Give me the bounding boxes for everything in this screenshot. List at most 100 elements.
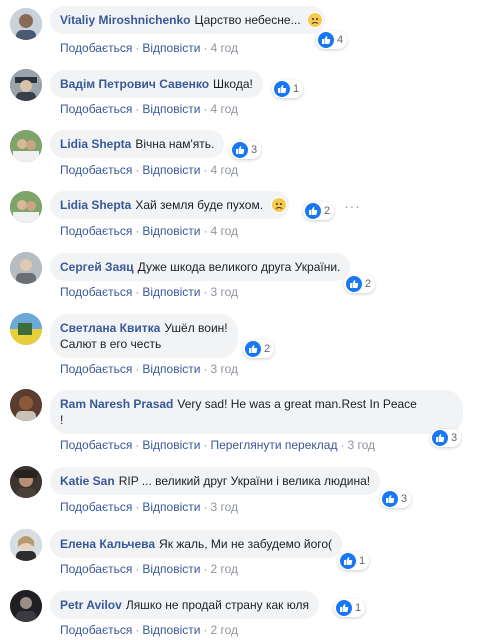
like-link[interactable]: Подобається xyxy=(60,362,132,376)
reply-link[interactable]: Відповісти xyxy=(142,163,200,177)
like-link[interactable]: Подобається xyxy=(60,500,132,514)
comment-author[interactable]: Katie San xyxy=(60,474,115,488)
comment-author[interactable]: Светлана Квитка xyxy=(60,321,160,335)
reply-link[interactable]: Відповісти xyxy=(142,362,200,376)
comment-bubble: Lidia Shepta Хай земля буде пухом. xyxy=(50,191,290,219)
like-icon xyxy=(318,32,334,48)
reply-link[interactable]: Відповісти xyxy=(142,562,200,576)
comment-text-line2: Салют в его честь xyxy=(60,337,162,351)
comment-text: Ляшко не продай страну как юля xyxy=(125,598,309,612)
avatar[interactable] xyxy=(10,130,42,162)
comment-author[interactable]: Lidia Shepta xyxy=(60,198,131,212)
like-link[interactable]: Подобається xyxy=(60,562,132,576)
comment-actions: Подобається · Відповісти · 3 год xyxy=(60,285,238,299)
comment-bubble: Елена Кальчева Як жаль, Ми не забудемо йо… xyxy=(50,530,343,558)
reply-link[interactable]: Відповісти xyxy=(142,41,200,55)
comment-bubble: Katie San RIP ... великий друг України і … xyxy=(50,467,381,495)
reaction-number: 3 xyxy=(401,493,408,505)
avatar[interactable] xyxy=(10,529,42,561)
comment-text-line2: ! xyxy=(60,413,64,427)
like-link[interactable]: Подобається xyxy=(60,41,132,55)
translate-link[interactable]: Переглянути переклад xyxy=(210,438,337,452)
comment-bubble: Petr Avilov Ляшко не продай страну как юл… xyxy=(50,591,319,619)
comment-time[interactable]: 2 год xyxy=(210,562,238,576)
comment-actions: Подобається · Відповісти · 4 год xyxy=(60,41,238,55)
comment-bubble: Lidia Shepta Вічна нам'ять. xyxy=(50,130,225,158)
reaction-count[interactable]: 1 xyxy=(334,599,366,617)
comment-actions: Подобається · Відповісти · 2 год xyxy=(60,623,238,637)
like-icon xyxy=(340,553,356,569)
comment-text: Як жаль, Ми не забудемо його( xyxy=(159,537,333,551)
more-options-icon[interactable]: ··· xyxy=(344,198,361,214)
reply-link[interactable]: Відповісти xyxy=(142,438,200,452)
comment-actions: Подобається · Відповісти · 3 год xyxy=(60,500,238,514)
comment-text: RIP ... великий друг України і велика лю… xyxy=(118,474,371,488)
avatar[interactable] xyxy=(10,8,42,40)
comment-author[interactable]: Lidia Shepta xyxy=(60,137,131,151)
comment-bubble: Светлана Квитка Ушёл воин! Салют в его че… xyxy=(50,314,238,358)
avatar[interactable] xyxy=(10,191,42,223)
comment-author[interactable]: Вадім Петрович Савенко xyxy=(60,77,209,91)
like-icon xyxy=(432,430,448,446)
comment-actions: Подобається · Відповісти · 4 год xyxy=(60,102,238,116)
comment-time[interactable]: 4 год xyxy=(210,163,238,177)
comment-author[interactable]: Vitaliy Miroshnichenko xyxy=(60,13,190,27)
avatar[interactable] xyxy=(10,389,42,421)
comments-list: Vitaliy Miroshnichenko Царство небесне...… xyxy=(0,0,497,640)
comment-text: Царство небесне... xyxy=(194,13,301,27)
reaction-count[interactable]: 3 xyxy=(230,141,262,159)
comment-time[interactable]: 3 год xyxy=(210,362,238,376)
comment-time[interactable]: 3 год xyxy=(347,438,375,452)
comment-text: Дуже шкода великого друга України. xyxy=(137,260,341,274)
like-link[interactable]: Подобається xyxy=(60,224,132,238)
comment-time[interactable]: 4 год xyxy=(210,41,238,55)
sad-face-icon xyxy=(306,12,323,28)
avatar[interactable] xyxy=(10,252,42,284)
comment-time[interactable]: 4 год xyxy=(210,102,238,116)
reaction-count[interactable]: 1 xyxy=(338,552,370,570)
like-link[interactable]: Подобається xyxy=(60,102,132,116)
comment-author[interactable]: Сергей Заяц xyxy=(60,260,134,274)
reaction-count[interactable]: 4 xyxy=(316,31,348,49)
comment-time[interactable]: 3 год xyxy=(210,285,238,299)
reply-link[interactable]: Відповісти xyxy=(142,623,200,637)
reaction-number: 1 xyxy=(355,602,362,614)
like-icon xyxy=(245,341,261,357)
avatar[interactable] xyxy=(10,590,42,622)
avatar[interactable] xyxy=(10,69,42,101)
comment-text: Very sad! He was a great man.Rest In Pea… xyxy=(177,397,417,411)
comment-author[interactable]: Елена Кальчева xyxy=(60,537,155,551)
reply-link[interactable]: Відповісти xyxy=(142,285,200,299)
comment-bubble: Вадім Петрович Савенко Шкода! xyxy=(50,70,263,98)
reply-link[interactable]: Відповісти xyxy=(142,500,200,514)
like-link[interactable]: Подобається xyxy=(60,623,132,637)
avatar[interactable] xyxy=(10,466,42,498)
comment-time[interactable]: 2 год xyxy=(210,623,238,637)
comment-bubble: Ram Naresh Prasad Very sad! He was a grea… xyxy=(50,390,463,434)
reaction-count[interactable]: 2 xyxy=(243,340,275,358)
like-link[interactable]: Подобається xyxy=(60,163,132,177)
like-link[interactable]: Подобається xyxy=(60,285,132,299)
reaction-count[interactable]: 2 xyxy=(303,202,335,220)
comment-bubble: Сергей Заяц Дуже шкода великого друга Укр… xyxy=(50,253,351,281)
like-link[interactable]: Подобається xyxy=(60,438,132,452)
reaction-count[interactable]: 3 xyxy=(380,490,412,508)
comment-time[interactable]: 3 год xyxy=(210,500,238,514)
like-icon xyxy=(346,276,362,292)
avatar[interactable] xyxy=(10,313,42,345)
like-icon xyxy=(274,81,290,97)
reaction-count[interactable]: 3 xyxy=(430,429,462,447)
comment-author[interactable]: Petr Avilov xyxy=(60,598,122,612)
reply-link[interactable]: Відповісти xyxy=(142,102,200,116)
comment-text: Ушёл воин! xyxy=(164,321,228,335)
reaction-count[interactable]: 1 xyxy=(272,80,304,98)
comment-time[interactable]: 4 год xyxy=(210,224,238,238)
comment-actions: Подобається · Відповісти · Переглянути перек… xyxy=(60,438,376,452)
reply-link[interactable]: Відповісти xyxy=(142,224,200,238)
reaction-count[interactable]: 2 xyxy=(344,275,376,293)
comment-author[interactable]: Ram Naresh Prasad xyxy=(60,397,173,411)
comment-actions: Подобається · Відповісти · 2 год xyxy=(60,562,238,576)
comment-bubble: Vitaliy Miroshnichenko Царство небесне... xyxy=(50,6,325,34)
like-icon xyxy=(382,491,398,507)
comment-actions: Подобається · Відповісти · 4 год xyxy=(60,224,238,238)
